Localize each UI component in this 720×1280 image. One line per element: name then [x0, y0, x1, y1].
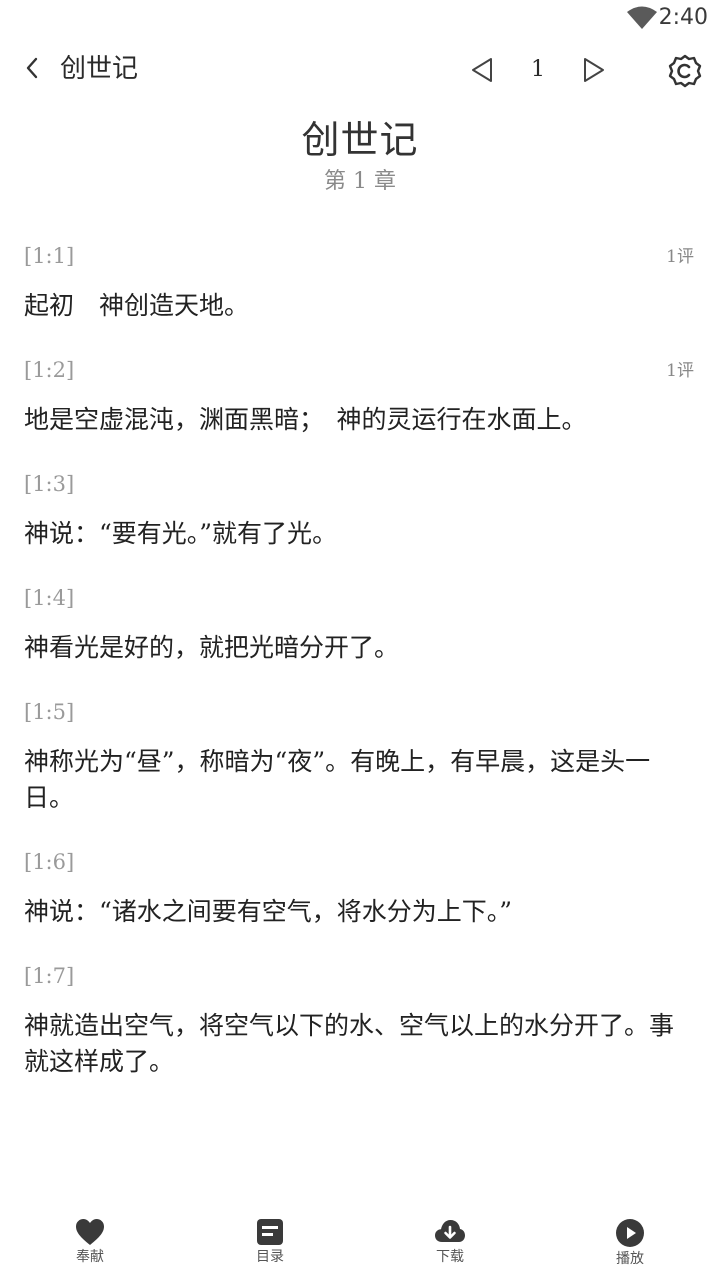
- back-button[interactable]: [14, 50, 50, 86]
- top-title: 创世记: [60, 54, 139, 84]
- verse-item[interactable]: [1:6] 神说：“诸水之间要有空气，将水分为上下。”: [24, 842, 696, 930]
- nav-label: 下载: [436, 1249, 464, 1265]
- chevron-left-icon: [26, 57, 38, 79]
- verse-ref: [1:6]: [24, 850, 75, 874]
- verse-ref: [1:2]: [24, 358, 75, 382]
- verse-item[interactable]: [1:5] 神称光为“昼”，称暗为“夜”。有晚上，有早晨，这是头一日。: [24, 692, 696, 816]
- verse-text: 神看光是好的，就把光暗分开了。: [24, 633, 400, 662]
- verse-text: 地是空虚混沌，渊面黑暗； 神的灵运行在水面上。: [24, 405, 587, 434]
- settings-icon: [668, 54, 702, 88]
- verse-ref: [1:4]: [24, 586, 75, 610]
- nav-contents[interactable]: 目录: [230, 1218, 310, 1266]
- verse-comment-count[interactable]: 1评: [666, 356, 694, 386]
- verse-item[interactable]: [1:1] 1评 起初 神创造天地。: [24, 236, 696, 324]
- settings-button[interactable]: [666, 52, 704, 90]
- verse-ref: [1:7]: [24, 964, 75, 988]
- nav-donate[interactable]: 奉献: [50, 1218, 130, 1266]
- chapter-number[interactable]: 1: [518, 54, 558, 86]
- verse-comment-count[interactable]: 1评: [666, 242, 694, 272]
- nav-label: 播放: [616, 1251, 644, 1267]
- nav-label: 奉献: [76, 1249, 104, 1265]
- verse-ref: [1:5]: [24, 700, 75, 724]
- bottom-nav: 奉献 目录 下载 播放: [0, 1212, 720, 1280]
- verse-text: 神就造出空气，将空气以下的水、空气以上的水分开了。事就这样成了。: [24, 1011, 675, 1076]
- nav-label: 目录: [256, 1249, 284, 1265]
- next-chapter-button[interactable]: [578, 54, 610, 86]
- play-icon: [616, 1219, 644, 1247]
- verse-text: 神说：“要有光。”就有了光。: [24, 519, 338, 548]
- verse-text: 神说：“诸水之间要有空气，将水分为上下。”: [24, 897, 513, 926]
- nav-play[interactable]: 播放: [590, 1218, 670, 1268]
- verse-ref: [1:1]: [24, 244, 75, 268]
- book-heading: 创世记: [301, 118, 419, 162]
- top-bar: 创世记 1: [0, 40, 720, 100]
- verse-item[interactable]: [1:3] 神说：“要有光。”就有了光。: [24, 464, 696, 552]
- verse-text: 起初 神创造天地。: [24, 291, 250, 320]
- verse-item[interactable]: [1:4] 神看光是好的，就把光暗分开了。: [24, 578, 696, 666]
- chapter-subheading: 第 1 章: [324, 169, 396, 194]
- verse-item[interactable]: [1:7] 神就造出空气，将空气以下的水、空气以上的水分开了。事就这样成了。: [24, 956, 696, 1080]
- download-icon: [435, 1220, 465, 1242]
- list-icon: [257, 1219, 283, 1245]
- verse-text: 神称光为“昼”，称暗为“夜”。有晚上，有早晨，这是头一日。: [24, 747, 651, 812]
- triangle-left-icon: [472, 58, 492, 82]
- status-time: 2:40: [658, 5, 708, 30]
- status-bar: 2:40: [0, 0, 720, 36]
- heart-icon: [76, 1219, 104, 1245]
- triangle-right-icon: [584, 58, 604, 82]
- wifi-icon: [627, 6, 657, 29]
- verse-item[interactable]: [1:2] 1评 地是空虚混沌，渊面黑暗； 神的灵运行在水面上。: [24, 350, 696, 438]
- prev-chapter-button[interactable]: [466, 54, 498, 86]
- verse-ref: [1:3]: [24, 472, 75, 496]
- verse-list: [1:1] 1评 起初 神创造天地。 [1:2] 1评 地是空虚混沌，渊面黑暗；…: [24, 236, 696, 1106]
- nav-download[interactable]: 下载: [410, 1218, 490, 1266]
